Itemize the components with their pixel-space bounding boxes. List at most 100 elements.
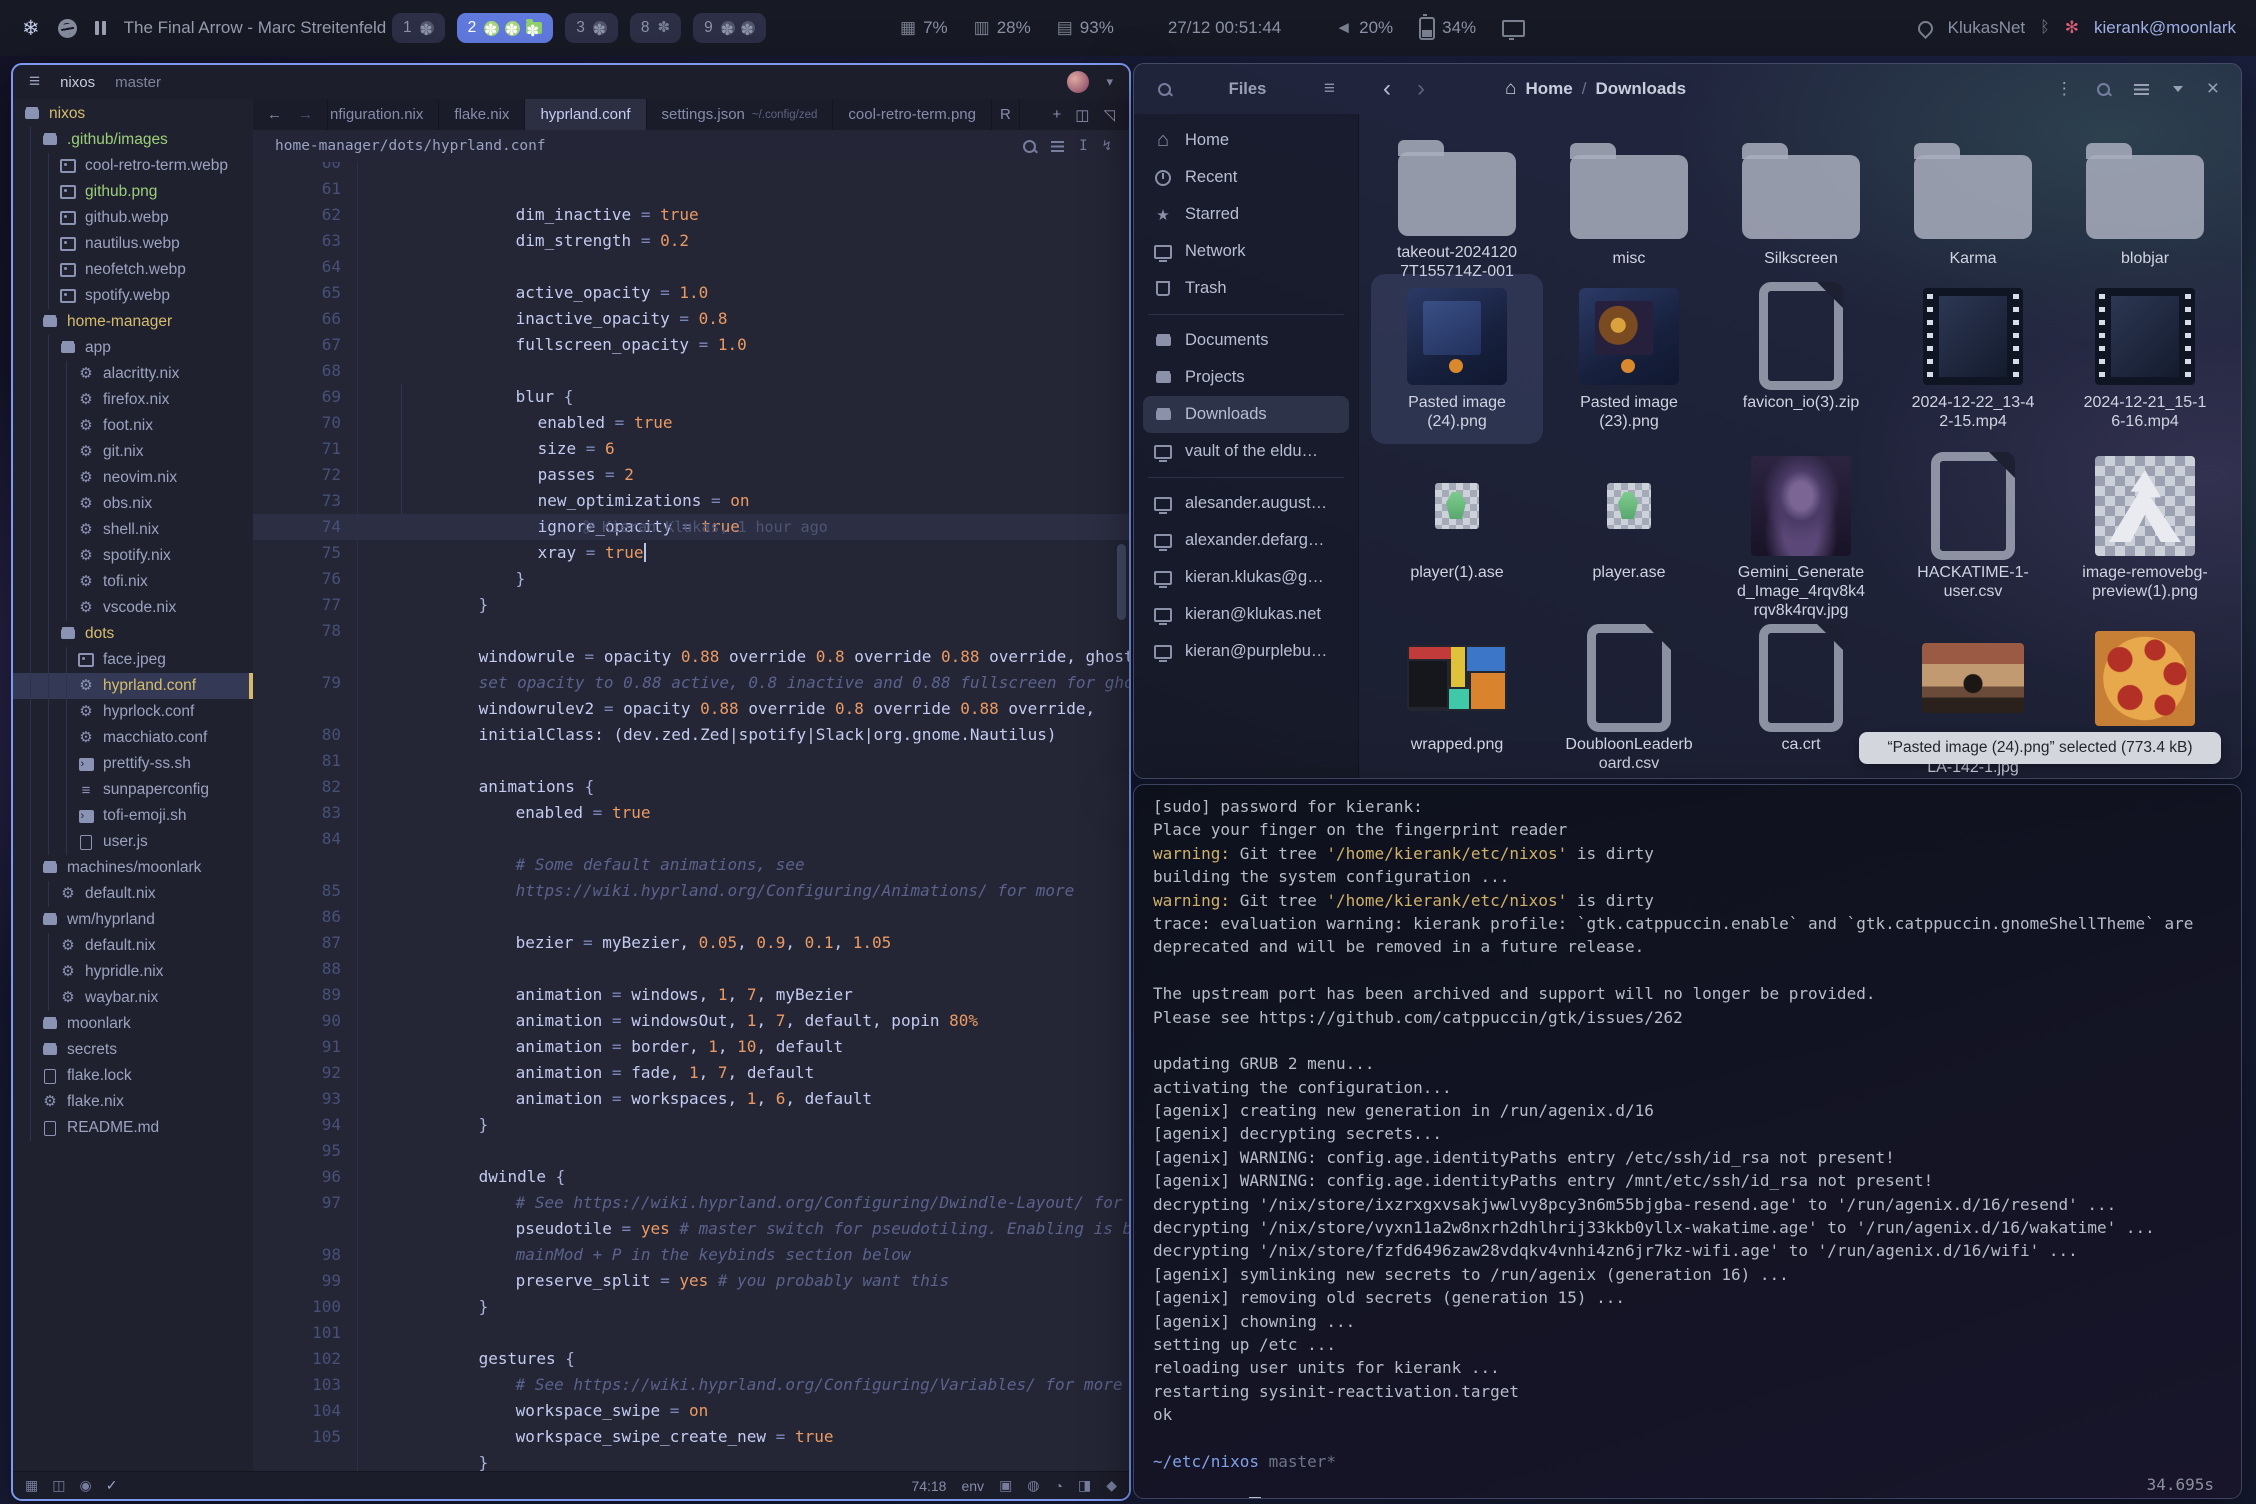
file-item[interactable]: Karma — [1887, 134, 2059, 274]
file-item[interactable]: blobjar — [2059, 134, 2231, 274]
file-item[interactable]: Gemini_Generate d_Image_4rqv8k4 rqv8k4rq… — [1715, 444, 1887, 616]
search-icon[interactable] — [1023, 140, 1036, 153]
file-item[interactable]: Silkscreen — [1715, 134, 1887, 274]
sidebar-item[interactable]: Documents — [1143, 322, 1349, 359]
tree-item[interactable]: hyprlock.conf — [13, 699, 253, 725]
sidebar-item[interactable]: Trash — [1143, 270, 1349, 307]
ibeam-icon[interactable]: I — [1079, 138, 1087, 154]
workspace-pill[interactable]: 3 ✽ — [565, 13, 618, 43]
inline-assist-icon[interactable]: ↯ — [1103, 138, 1111, 154]
tree-item[interactable]: foot.nix — [13, 413, 253, 439]
terminal-window[interactable]: [sudo] password for kierank:Place your f… — [1133, 784, 2242, 1499]
tree-item[interactable]: prettify-ss.sh — [13, 751, 253, 777]
plug-icon[interactable]: ◆ — [1106, 1477, 1117, 1494]
tree-item[interactable]: alacritty.nix — [13, 361, 253, 387]
nixos-menu-icon[interactable]: ❄ — [22, 16, 40, 41]
editor-tab[interactable]: nfiguration.nix — [327, 99, 439, 130]
crumb-home[interactable]: Home — [1525, 79, 1572, 99]
file-item[interactable]: 2024-12-22_13-4 2-15.mp4 — [1887, 274, 2059, 444]
file-item[interactable]: Pasted image (23).png — [1543, 274, 1715, 444]
tree-item[interactable]: nautilus.webp — [13, 231, 253, 257]
tree-item[interactable]: moonlark — [13, 1011, 253, 1037]
file-item[interactable]: 2024-12-21_15-1 6-16.mp4 — [2059, 274, 2231, 444]
project-name[interactable]: nixos — [60, 74, 95, 91]
search-icon[interactable] — [2097, 83, 2110, 96]
bluetooth-icon[interactable]: ᛒ — [2040, 19, 2050, 37]
tree-item[interactable]: github.webp — [13, 205, 253, 231]
file-item[interactable]: player(1).ase — [1371, 444, 1543, 616]
crumb-current[interactable]: Downloads — [1595, 79, 1686, 99]
file-item[interactable]: takeout-2024120 7T155714Z-001 — [1371, 134, 1543, 274]
sidebar-item[interactable]: Projects — [1143, 359, 1349, 396]
tree-item[interactable]: app — [13, 335, 253, 361]
tree-item[interactable]: hypridle.nix — [13, 959, 253, 985]
tree-item[interactable]: cool-retro-term.webp — [13, 153, 253, 179]
editor-tab[interactable]: cool-retro-term.png — [833, 99, 992, 130]
sidebar-item[interactable]: alexander.defarg… — [1143, 522, 1349, 559]
forward-icon[interactable]: › — [1417, 75, 1425, 103]
file-item[interactable]: DoubloonLeaderb oard.csv — [1543, 616, 1715, 778]
git-branch[interactable]: master — [115, 74, 161, 91]
zed-titlebar[interactable]: ≡ nixos master ▾ — [13, 65, 1129, 100]
editor-tab[interactable]: R — [992, 99, 1020, 130]
code-editor[interactable]: 60 61 dim_inactive = true 62 dim_strengt… — [253, 162, 1129, 1472]
tree-item[interactable]: user.js — [13, 829, 253, 855]
tree-item[interactable]: default.nix — [13, 933, 253, 959]
terminal-prompt[interactable]: ❯ 34.695s — [1153, 1473, 2241, 1496]
tree-item[interactable]: .github/images — [13, 127, 253, 153]
tree-item[interactable]: face.jpeg — [13, 647, 253, 673]
diagnostics-check-icon[interactable]: ✓ — [106, 1477, 118, 1494]
sidebar-item[interactable]: Home — [1143, 122, 1349, 159]
avatar[interactable] — [1067, 71, 1089, 93]
tree-item[interactable]: machines/moonlark — [13, 855, 253, 881]
tree-item[interactable]: tofi-emoji.sh — [13, 803, 253, 829]
search-icon[interactable] — [1158, 83, 1171, 96]
zoom-pane-icon[interactable]: ◹ — [1103, 106, 1115, 124]
tree-item[interactable]: README.md — [13, 1115, 253, 1141]
assistant-icon[interactable]: ◔ — [1055, 1478, 1063, 1494]
file-item[interactable]: HACKATIME-1- user.csv — [1887, 444, 2059, 616]
tree-item[interactable]: home-manager — [13, 309, 253, 335]
chevron-down-icon[interactable]: ▾ — [1106, 74, 1113, 90]
tree-item[interactable]: nixos — [13, 101, 253, 127]
terminal-panel-toggle-icon[interactable]: ◫ — [52, 1477, 65, 1494]
sidebar-item[interactable]: alesander.august… — [1143, 485, 1349, 522]
now-playing[interactable]: The Final Arrow - Marc Streitenfeld — [124, 18, 387, 38]
tree-item[interactable]: git.nix — [13, 439, 253, 465]
env-indicator[interactable]: env — [961, 1478, 984, 1494]
tree-item[interactable]: shell.nix — [13, 517, 253, 543]
pause-icon[interactable] — [95, 21, 106, 35]
tree-item[interactable]: flake.nix — [13, 1089, 253, 1115]
editor-tab[interactable]: settings.json ~/.config/zed — [647, 99, 834, 130]
view-options-chevron-icon[interactable] — [2173, 86, 2183, 92]
editor-tab[interactable]: flake.nix — [439, 99, 525, 130]
tree-item[interactable]: github.png — [13, 179, 253, 205]
back-icon[interactable]: ‹ — [1383, 75, 1391, 103]
sidebar-item[interactable]: kieran@purplebu… — [1143, 633, 1349, 670]
network-name[interactable]: KlukasNet — [1948, 18, 2025, 38]
nav-forward-icon[interactable]: → — [298, 106, 313, 123]
copilot-icon[interactable]: ◍ — [1027, 1477, 1039, 1494]
tree-item[interactable]: dots — [13, 621, 253, 647]
file-item[interactable]: image-removebg- preview(1).png — [2059, 444, 2231, 616]
menu-icon[interactable]: ≡ — [1324, 78, 1335, 100]
file-item[interactable]: wrapped.png — [1371, 616, 1543, 778]
view-list-icon[interactable] — [2134, 84, 2149, 95]
tree-item[interactable]: secrets — [13, 1037, 253, 1063]
sidebar-item[interactable]: Recent — [1143, 159, 1349, 196]
editor-scrollbar[interactable] — [1117, 544, 1126, 620]
new-tab-button[interactable]: + — [1053, 106, 1062, 123]
tree-item[interactable]: spotify.nix — [13, 543, 253, 569]
collab-icon[interactable]: ◉ — [79, 1477, 91, 1494]
split-pane-icon[interactable]: ◫ — [1075, 106, 1089, 124]
kebab-menu-icon[interactable]: ⋮ — [2056, 79, 2073, 99]
close-icon[interactable]: × — [2207, 77, 2219, 101]
workspace-pill[interactable]: 1 ✽ — [392, 13, 445, 43]
tree-item[interactable]: hyprland.conf — [13, 673, 253, 699]
language-icon[interactable]: ▣ — [999, 1477, 1012, 1494]
file-item[interactable]: favicon_io(3).zip — [1715, 274, 1887, 444]
file-item[interactable]: Pasted image (24).png — [1371, 274, 1543, 444]
workspace-pill[interactable]: 2 ✽✽✽ — [457, 13, 554, 43]
files-headerbar[interactable]: Files ≡ ‹ › ⌂ Home / Downloads ⋮ × — [1134, 64, 2241, 114]
clock[interactable]: 27/12 00:51:44 — [1168, 18, 1281, 38]
